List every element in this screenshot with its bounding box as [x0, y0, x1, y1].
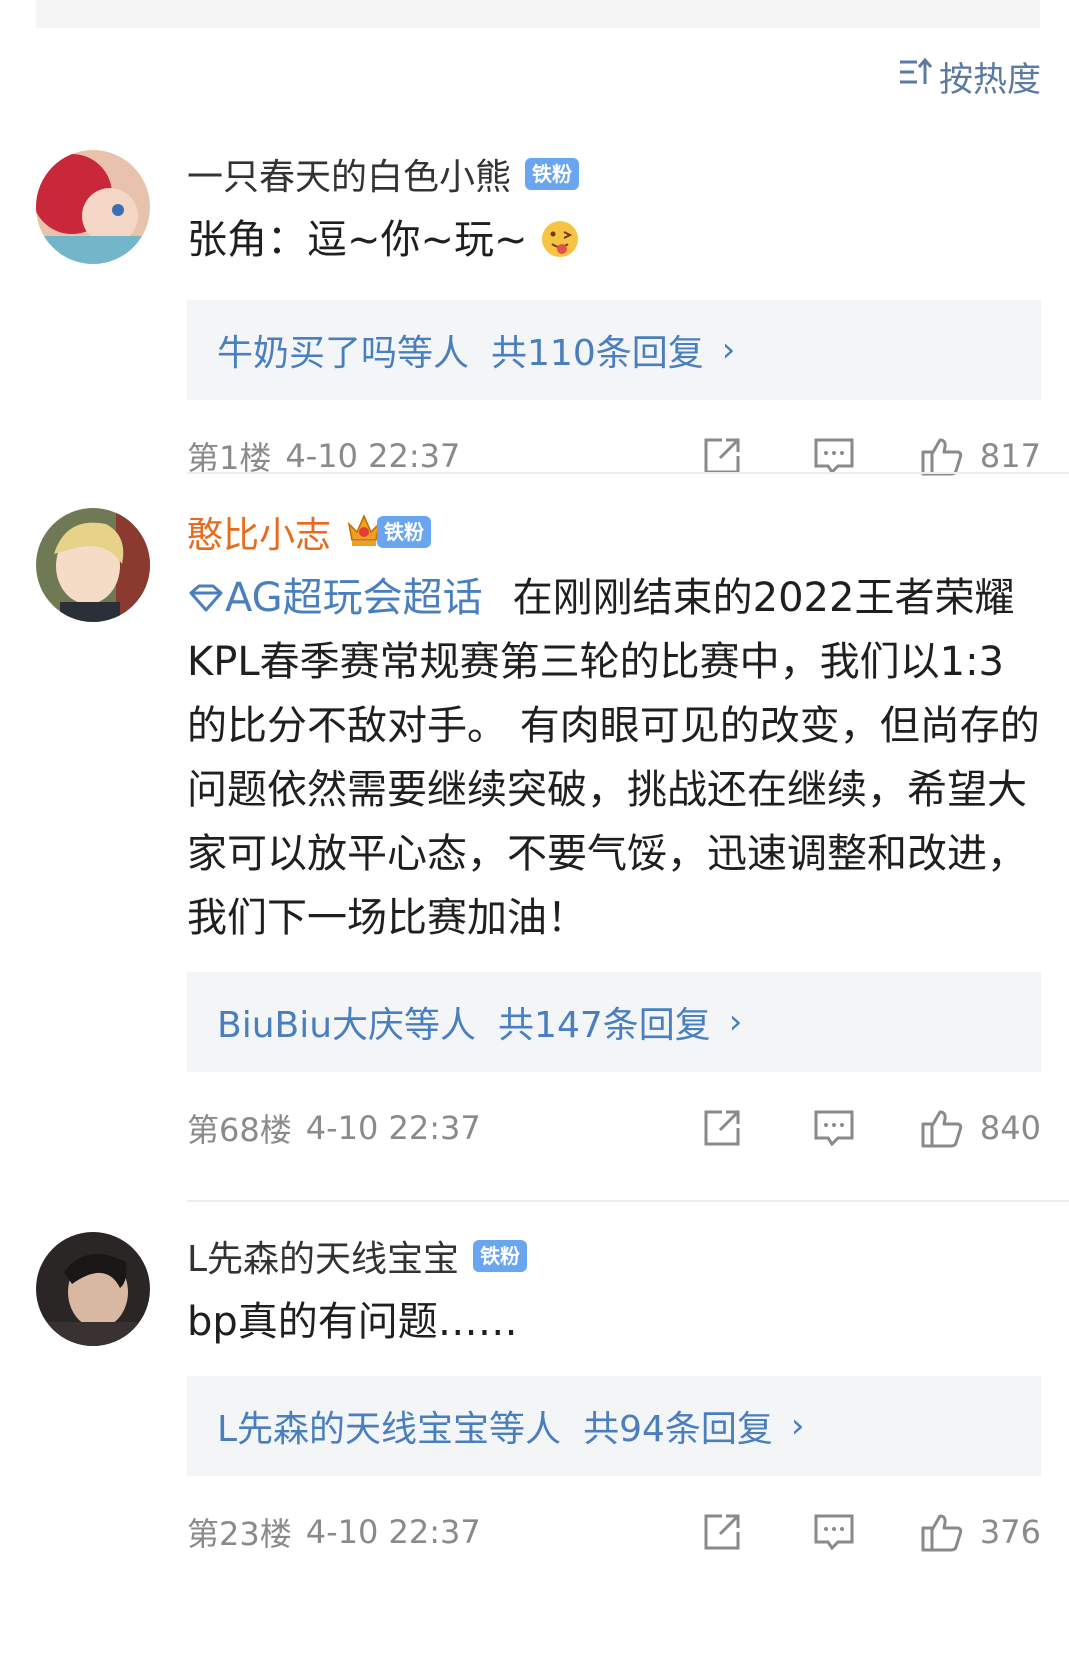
- comment-text-body: 张角：逗~你~玩~: [187, 217, 528, 263]
- comment-text-body: 在刚刚结束的2022王者荣耀KPL春季赛常规赛第三轮的比赛中，我们以1:3的比分…: [187, 575, 1040, 941]
- comment-text: 张角：逗~你~玩~: [187, 208, 1041, 278]
- timestamp: 4-10 22:37: [305, 1513, 481, 1551]
- like-icon: [920, 1106, 964, 1150]
- avatar[interactable]: [36, 1232, 150, 1346]
- avatar[interactable]: [36, 150, 150, 264]
- chevron-right-icon: ›: [728, 1002, 743, 1042]
- reply-count: 共110条回复: [491, 333, 704, 374]
- avatar[interactable]: [36, 508, 150, 622]
- sort-by-hot-button[interactable]: 按热度: [897, 52, 1041, 101]
- like-icon: [920, 1510, 964, 1554]
- sort-label: 按热度: [939, 60, 1041, 100]
- comment-text: bp真的有问题……: [187, 1290, 1041, 1354]
- sort-icon: [897, 54, 933, 99]
- fan-badge[interactable]: 铁粉: [473, 1240, 528, 1272]
- chevron-right-icon: ›: [721, 330, 736, 370]
- like-button[interactable]: 840: [920, 1106, 1041, 1150]
- reply-count: 共94条回复: [583, 1409, 773, 1450]
- username[interactable]: 憨比小志: [187, 506, 331, 558]
- like-count: 376: [979, 1513, 1041, 1551]
- timestamp: 4-10 22:37: [285, 437, 461, 475]
- comment-icon[interactable]: [812, 1510, 856, 1554]
- replies-link[interactable]: 牛奶买了吗等人 共110条回复 ›: [187, 300, 1041, 400]
- replies-link[interactable]: BiuBiu大庆等人 共147条回复 ›: [187, 972, 1041, 1072]
- like-count: 840: [979, 1109, 1041, 1147]
- floor-number: 第68楼: [187, 1111, 292, 1149]
- floor-number: 第23楼: [187, 1515, 292, 1553]
- like-count: 817: [979, 437, 1041, 475]
- comment-text: AG超玩会超话 在刚刚结束的2022王者荣耀KPL春季赛常规赛第三轮的比赛中，我们…: [187, 566, 1041, 950]
- reply-count: 共147条回复: [498, 1005, 711, 1046]
- share-icon[interactable]: [700, 1106, 744, 1150]
- comment-icon[interactable]: [812, 1106, 856, 1150]
- comment-text-body: bp真的有问题……: [187, 1299, 518, 1345]
- share-icon[interactable]: [700, 1510, 744, 1554]
- fan-badge: 铁粉: [377, 516, 432, 548]
- tongue-emoji-icon: [540, 214, 580, 278]
- diamond-icon: [187, 575, 225, 621]
- replies-link[interactable]: L先森的天线宝宝等人 共94条回复 ›: [187, 1376, 1041, 1476]
- username[interactable]: 一只春天的白色小熊: [187, 148, 511, 200]
- divider: [187, 472, 1069, 474]
- fan-badge[interactable]: 铁粉: [525, 158, 580, 190]
- super-topic-link[interactable]: AG超玩会超话: [187, 575, 483, 621]
- topic-label: AG超玩会超话: [225, 575, 483, 621]
- timestamp: 4-10 22:37: [305, 1109, 481, 1147]
- vip-fan-badge[interactable]: 铁粉: [345, 510, 432, 554]
- reply-users: 牛奶买了吗等人: [217, 333, 470, 374]
- like-button[interactable]: 376: [920, 1510, 1041, 1554]
- reply-users: BiuBiu大庆等人: [217, 1005, 477, 1046]
- top-divider-bar: [36, 0, 1040, 28]
- reply-users: L先森的天线宝宝等人: [217, 1409, 562, 1450]
- chevron-right-icon: ›: [790, 1406, 805, 1446]
- username[interactable]: L先森的天线宝宝: [187, 1230, 459, 1282]
- divider: [187, 1200, 1069, 1202]
